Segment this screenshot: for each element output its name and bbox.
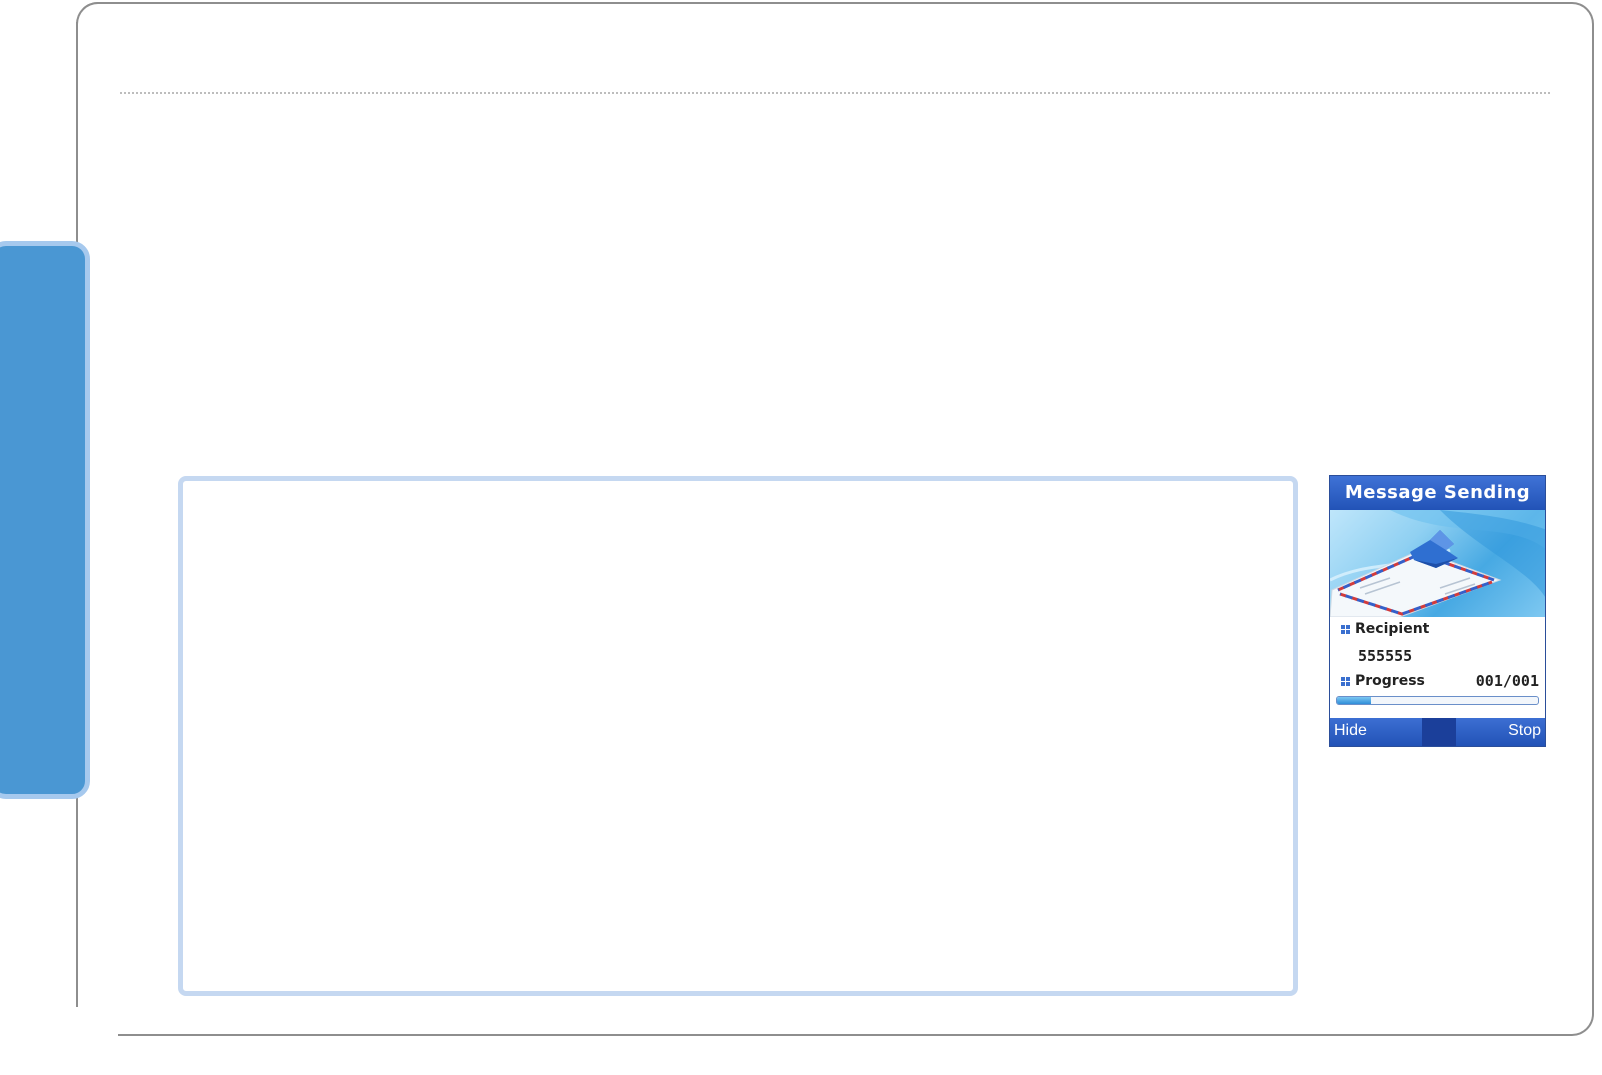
- stop-softkey[interactable]: Stop: [1508, 722, 1541, 740]
- envelope-sending-icon: [1330, 510, 1545, 617]
- header-divider: [120, 92, 1550, 94]
- page-frame-corner: [76, 2, 100, 26]
- phone-screen: Message Sending Recipient 555555 Progres…: [1329, 475, 1546, 747]
- softkey-bar: Hide Stop: [1330, 718, 1545, 746]
- bullet-icon: [1341, 625, 1350, 634]
- frame-gap: [70, 1008, 118, 1048]
- progress-row: Progress 001/001: [1330, 669, 1545, 695]
- progress-count: 001/001: [1475, 672, 1539, 690]
- manual-page: Message Sending Recipient 555555 Progres…: [0, 0, 1602, 1075]
- bullet-icon: [1341, 677, 1350, 686]
- hide-softkey[interactable]: Hide: [1334, 722, 1367, 740]
- recipient-row: Recipient: [1330, 617, 1545, 643]
- content-panel: [178, 476, 1298, 996]
- progress-bar-fill: [1337, 697, 1372, 704]
- recipient-label: Recipient: [1355, 621, 1430, 637]
- chapter-side-tab: [0, 241, 90, 799]
- phone-title: Message Sending: [1330, 476, 1545, 510]
- recipient-value: 555555: [1358, 647, 1413, 665]
- progress-label: Progress: [1355, 673, 1425, 689]
- recipient-value-row: 555555: [1330, 643, 1545, 669]
- progress-bar: [1336, 696, 1539, 705]
- softkey-center: [1422, 718, 1456, 746]
